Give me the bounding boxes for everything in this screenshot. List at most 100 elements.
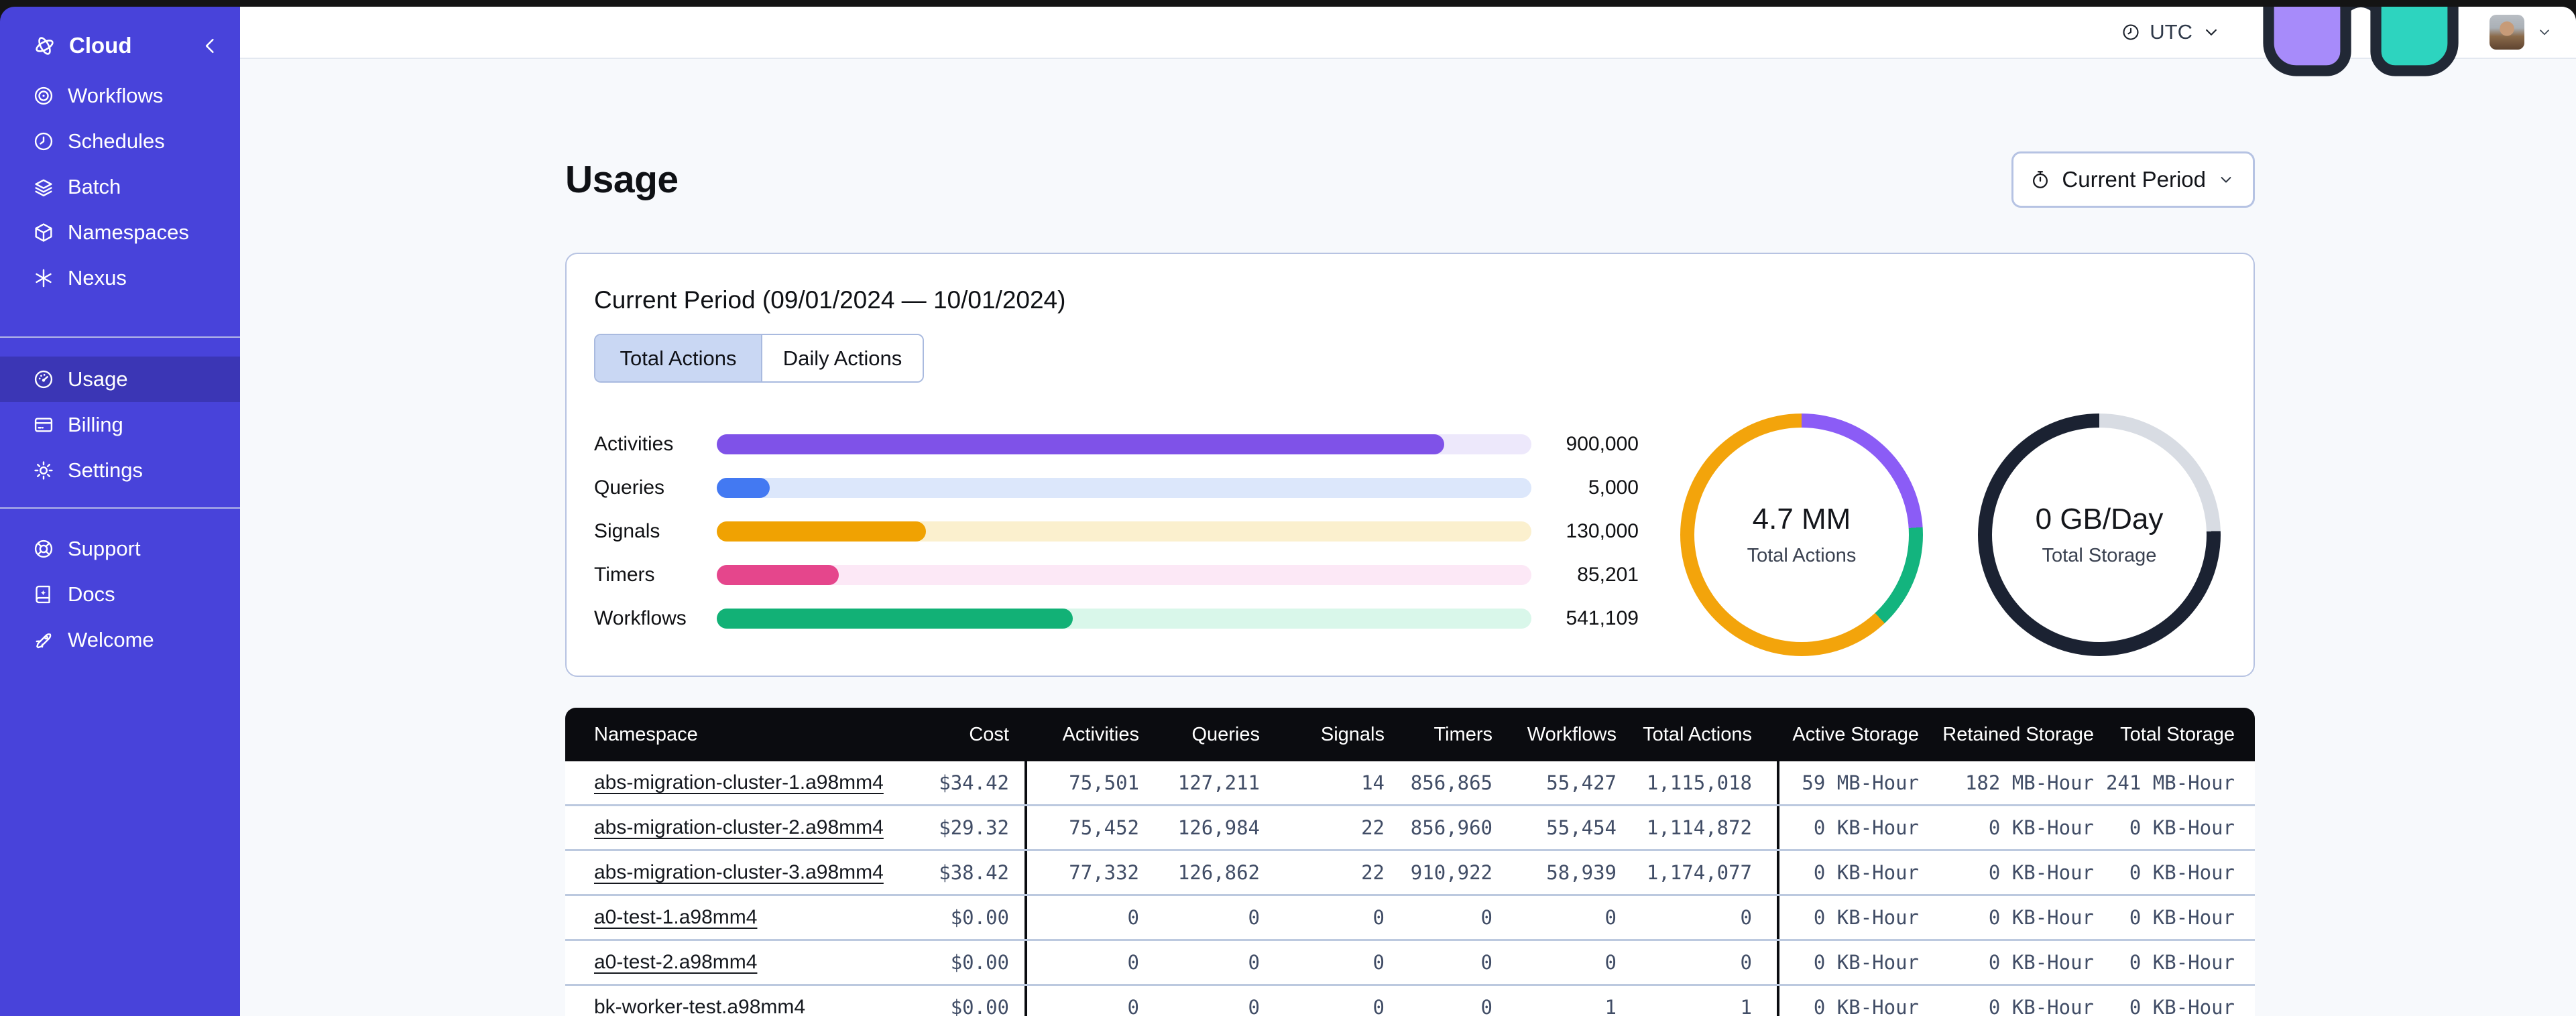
column-header-activities: Activities — [1062, 723, 1139, 745]
sidebar-item-label: Workflows — [68, 84, 164, 107]
column-header-timers: Timers — [1433, 723, 1492, 745]
sidebar-item-label: Welcome — [68, 628, 154, 651]
docs-book-icon — [32, 583, 55, 606]
bar-label: Workflows — [594, 607, 687, 629]
bar-value: 5,000 — [1588, 477, 1639, 499]
bar-row-timers: Timers 85,201 — [594, 564, 1639, 586]
bar-label: Signals — [594, 520, 660, 542]
sidebar-item-schedules[interactable]: Schedules — [0, 119, 240, 164]
table-header-row: Namespace Cost Activities Queries Signals Tim… — [565, 708, 2255, 761]
namespace-link[interactable]: a0-test-1.a98mm4 — [594, 906, 757, 929]
namespace-link[interactable]: a0-test-2.a98mm4 — [594, 951, 757, 974]
namespace-cell: abs-migration-cluster-3.a98mm4 — [565, 851, 900, 894]
namespace-cell: abs-migration-cluster-2.a98mm4 — [565, 806, 900, 849]
user-avatar[interactable] — [2490, 15, 2524, 50]
sidebar-item-label: Settings — [68, 458, 143, 482]
table-body: abs-migration-cluster-1.a98mm4 $34.42 75,5… — [565, 761, 2255, 1016]
tab-total-actions[interactable]: Total Actions — [595, 335, 761, 381]
sidebar-item-usage[interactable]: Usage — [0, 357, 240, 402]
period-selector-button[interactable]: Current Period — [2011, 151, 2255, 208]
bar-track — [717, 565, 1531, 585]
usage-summary-card: Current Period (09/01/2024 — 10/01/2024)… — [565, 253, 2255, 677]
namespace-cell: a0-test-1.a98mm4 — [565, 896, 900, 939]
sidebar-nav: Workflows Schedules Batch Namespaces Nexus Us… — [0, 73, 240, 663]
value-cell: 0 KB-Hour — [2129, 861, 2235, 884]
namespace-link[interactable]: abs-migration-cluster-2.a98mm4 — [594, 816, 884, 839]
sidebar-item-namespaces[interactable]: Namespaces — [0, 210, 240, 255]
bar-track — [717, 609, 1531, 629]
value-cell: 0 KB-Hour — [1988, 951, 2094, 974]
period-button-label: Current Period — [2062, 167, 2206, 192]
timezone-selector[interactable]: UTC — [2121, 20, 2221, 44]
page-header: Usage Current Period — [565, 151, 2255, 208]
donut-center: 4.7 MM Total Actions — [1680, 414, 1923, 656]
value-cell: 77,332 — [1024, 851, 1139, 894]
value-cell: 1,174,077 — [1646, 861, 1752, 884]
sidebar-item-label: Batch — [68, 175, 121, 198]
table-row: abs-migration-cluster-1.a98mm4 $34.42 75,5… — [565, 761, 2255, 806]
value-cell: 182 MB-Hour — [1965, 771, 2094, 794]
value-cell: 0 KB-Hour — [1988, 906, 2094, 929]
value-cell: 58,939 — [1546, 861, 1617, 884]
column-header-queries: Queries — [1191, 723, 1260, 745]
sidebar-item-workflows[interactable]: Workflows — [0, 73, 240, 119]
value-cell: 0 — [1372, 996, 1385, 1016]
namespace-link[interactable]: bk-worker-test.a98mm4 — [594, 996, 805, 1016]
value-cell: 0 KB-Hour — [1777, 941, 1919, 984]
welcome-rocket-icon — [32, 629, 55, 651]
nexus-asterisk-icon — [32, 267, 55, 290]
bar-value: 130,000 — [1566, 520, 1639, 542]
sidebar-item-nexus[interactable]: Nexus — [0, 255, 240, 301]
total-storage-value: 0 GB/Day — [2035, 503, 2164, 535]
value-cell: 0 — [1604, 906, 1617, 929]
value-cell: 0 KB-Hour — [1777, 896, 1919, 939]
sidebar-item-batch[interactable]: Batch — [0, 164, 240, 210]
actions-bar-chart: Activities 900,000 Queries 5,000 Signals 130,… — [594, 433, 1639, 629]
chevron-down-icon — [2536, 23, 2553, 41]
settings-gear-icon — [32, 459, 55, 482]
namespace-cell: abs-migration-cluster-1.a98mm4 — [565, 761, 900, 804]
value-cell: 856,865 — [1410, 771, 1492, 794]
value-cell: 0 KB-Hour — [2129, 951, 2235, 974]
value-cell: 0 — [1480, 996, 1492, 1016]
sidebar-brand[interactable]: Cloud — [32, 27, 223, 64]
support-lifering-icon — [32, 537, 55, 560]
namespace-cube-icon — [32, 221, 55, 244]
brand-label: Cloud — [69, 33, 132, 58]
value-cell: $0.00 — [950, 996, 1009, 1016]
tab-daily-actions[interactable]: Daily Actions — [761, 335, 923, 381]
sidebar-item-docs[interactable]: Docs — [0, 572, 240, 617]
namespace-link[interactable]: abs-migration-cluster-3.a98mm4 — [594, 861, 884, 884]
value-cell: 0 KB-Hour — [1777, 851, 1919, 894]
sidebar-item-settings[interactable]: Settings — [0, 448, 240, 493]
sidebar-item-billing[interactable]: Billing — [0, 402, 240, 448]
value-cell: 75,501 — [1024, 761, 1139, 804]
value-cell: 0 — [1480, 951, 1492, 974]
value-cell: 0 — [1248, 951, 1260, 974]
namespace-link[interactable]: abs-migration-cluster-1.a98mm4 — [594, 771, 884, 794]
value-cell: $29.32 — [939, 816, 1009, 839]
value-cell: 55,454 — [1546, 816, 1617, 839]
column-header-workflows: Workflows — [1527, 723, 1617, 745]
bar-fill — [717, 565, 839, 585]
value-cell: 22 — [1361, 816, 1385, 839]
value-cell: $34.42 — [939, 771, 1009, 794]
namespace-cell: bk-worker-test.a98mm4 — [565, 986, 900, 1016]
bar-track — [717, 521, 1531, 542]
sidebar-item-welcome[interactable]: Welcome — [0, 617, 240, 663]
value-cell: $38.42 — [939, 861, 1009, 884]
value-cell: 1 — [1604, 996, 1617, 1016]
value-cell: 126,862 — [1177, 861, 1260, 884]
namespace-cell: a0-test-2.a98mm4 — [565, 941, 900, 984]
sidebar-item-label: Docs — [68, 582, 115, 606]
stopwatch-icon — [2030, 169, 2051, 190]
sidebar-collapse-icon[interactable] — [198, 34, 223, 58]
page-title: Usage — [565, 158, 679, 201]
account-menu[interactable] — [2490, 15, 2553, 50]
value-cell: 75,452 — [1024, 806, 1139, 849]
bar-track — [717, 478, 1531, 498]
value-cell: $0.00 — [950, 951, 1009, 974]
value-cell: 0 — [1024, 941, 1139, 984]
sidebar-item-support[interactable]: Support — [0, 526, 240, 572]
value-cell: 0 — [1372, 906, 1385, 929]
